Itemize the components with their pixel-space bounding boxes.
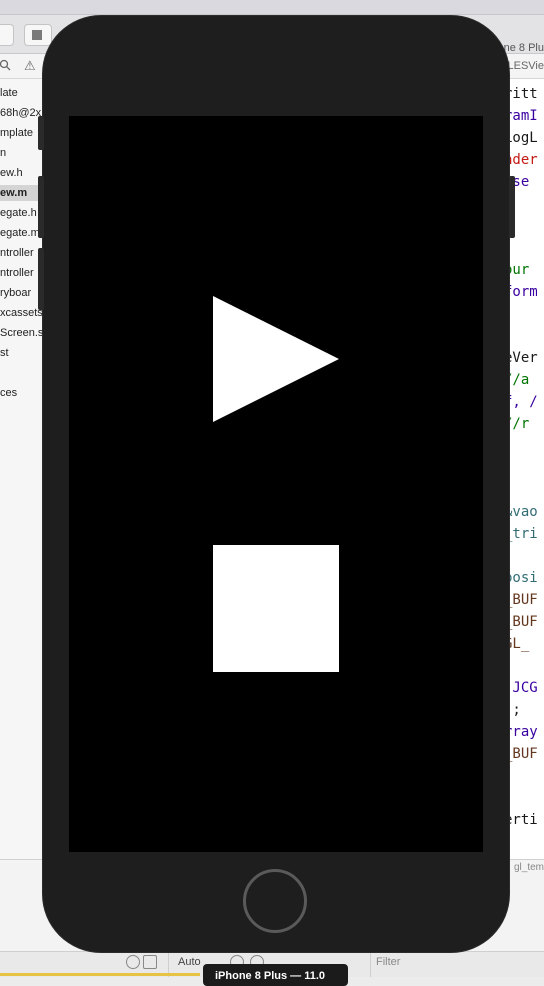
code-line: form <box>504 284 544 300</box>
code-line: LogL <box>504 130 544 146</box>
menu-bar <box>0 0 544 15</box>
code-line: erti <box>504 812 544 828</box>
code-line: ); <box>504 702 544 718</box>
stop-button[interactable] <box>24 24 52 46</box>
navigator-item[interactable]: ntroller <box>0 265 34 281</box>
navigator-item[interactable]: ew.h <box>0 165 23 181</box>
stop-square-icon <box>32 30 42 40</box>
debug-area-file: gl_tem <box>514 862 544 873</box>
navigator-item[interactable]: ntroller <box>0 245 34 261</box>
code-line: ader <box>504 152 544 168</box>
code-line: _BUF <box>504 592 544 608</box>
navigator-item[interactable]: ryboar <box>0 285 31 301</box>
navigator-item[interactable]: st <box>0 345 9 361</box>
auto-select[interactable]: Auto <box>178 956 201 968</box>
divider <box>370 952 371 977</box>
volume-up-button[interactable] <box>38 176 44 238</box>
code-line: posi <box>504 570 544 586</box>
navigator-item[interactable]: Screen.s <box>0 325 43 341</box>
navigator-item[interactable]: ces <box>0 385 17 401</box>
code-line: ramI <box>504 108 544 124</box>
code-line: f, / <box>504 394 544 410</box>
device-hud: iPhone 8 Plus — 11.0 <box>203 964 348 986</box>
filter-field[interactable]: Filter <box>376 956 400 968</box>
search-icon[interactable] <box>0 59 12 71</box>
warning-icon[interactable]: ⚠ <box>24 58 36 74</box>
close-box-icon[interactable] <box>143 955 157 969</box>
mute-switch[interactable] <box>38 116 44 150</box>
code-line: GL_ <box>504 636 544 652</box>
simulator-screen[interactable] <box>69 116 483 852</box>
power-button[interactable] <box>509 176 515 238</box>
volume-down-button[interactable] <box>38 248 44 310</box>
code-line: (JCG <box>504 680 544 696</box>
code-line: rray <box>504 724 544 740</box>
navigator-item[interactable]: egate.m <box>0 225 40 241</box>
code-line: our <box>504 262 544 278</box>
code-line: eVer <box>504 350 544 366</box>
code-line: //a <box>504 372 544 388</box>
navigator-item[interactable]: mplate <box>0 125 33 141</box>
navigator-item[interactable]: 68h@2x <box>0 105 41 121</box>
code-line: _tri <box>504 526 544 542</box>
run-button[interactable] <box>0 24 14 46</box>
navigator-item[interactable]: egate.h <box>0 205 37 221</box>
code-line: _BUF <box>504 746 544 762</box>
clock-icon[interactable] <box>126 955 140 969</box>
jump-bar-file[interactable]: LESVie <box>508 60 544 72</box>
home-button[interactable] <box>243 869 307 933</box>
code-line: //r <box>504 416 544 432</box>
play-icon[interactable] <box>213 296 340 422</box>
stop-icon[interactable] <box>213 545 339 672</box>
code-line: ritt <box>504 86 544 102</box>
navigator-item[interactable]: xcassets <box>0 305 43 321</box>
navigator-item[interactable]: late <box>0 85 18 101</box>
code-line: _BUF <box>504 614 544 630</box>
navigator-item[interactable]: n <box>0 145 6 161</box>
code-line: &vao <box>504 504 544 520</box>
